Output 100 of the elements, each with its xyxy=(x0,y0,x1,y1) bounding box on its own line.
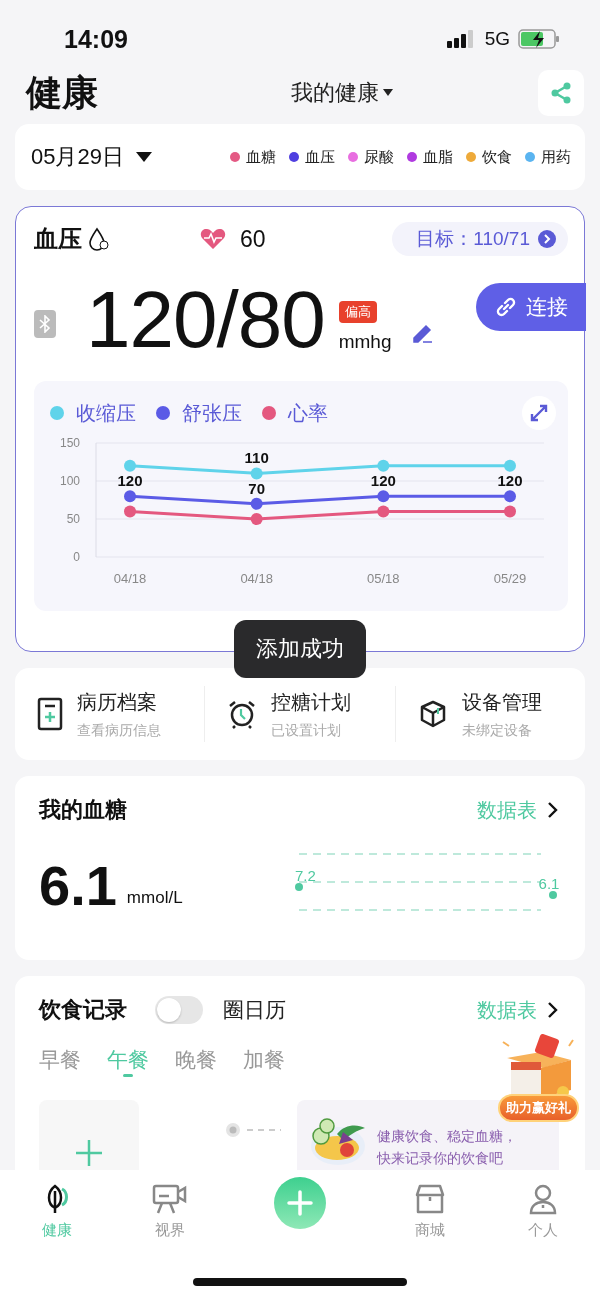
shortcut-item[interactable]: 控糖计划 已设置计划 xyxy=(204,686,395,742)
data-point xyxy=(250,497,263,510)
shortcut-subtitle: 未绑定设备 xyxy=(461,721,532,740)
data-table-link[interactable]: 数据表 xyxy=(477,796,559,824)
data-label: 7.2 xyxy=(295,867,316,884)
legend-label: 血压 xyxy=(305,147,335,167)
unit-label: mmol/L xyxy=(126,888,183,908)
target-button[interactable]: 目标：110/71 xyxy=(392,222,568,256)
data-table-link[interactable]: 数据表 xyxy=(477,996,559,1024)
meal-tab[interactable]: 早餐 xyxy=(39,1040,81,1082)
axis-label: 05/18 xyxy=(367,571,400,586)
shortcut-title: 控糖计划 xyxy=(271,689,352,715)
tab-item[interactable]: 视界 xyxy=(113,1181,227,1241)
card-title: 血压 xyxy=(34,224,82,254)
video-camera-icon xyxy=(152,1182,189,1215)
toast-message: 添加成功 xyxy=(234,620,366,678)
status-time: 14:09 xyxy=(64,24,128,54)
data-label: 120 xyxy=(497,472,523,490)
network-label: 5G xyxy=(484,28,510,50)
axis-label: 0 xyxy=(73,550,80,564)
axis-label: 04/18 xyxy=(113,571,147,586)
data-point xyxy=(377,459,390,472)
link-icon xyxy=(494,295,518,319)
data-label: 6.1 xyxy=(538,875,559,892)
tab-item[interactable]: 商城 xyxy=(373,1181,487,1241)
status-badge: 偏高 xyxy=(338,301,377,323)
legend-label: 血脂 xyxy=(423,147,453,167)
bluetooth-icon xyxy=(34,310,56,338)
plus-icon xyxy=(74,1138,104,1168)
document-plus-icon xyxy=(37,697,63,731)
add-button[interactable] xyxy=(274,1177,326,1229)
person-icon xyxy=(528,1182,559,1215)
data-point xyxy=(504,490,516,503)
share-icon xyxy=(549,81,573,105)
shortcut-title: 设备管理 xyxy=(461,689,542,715)
promo-badge[interactable]: 助力赢好礼 xyxy=(497,1094,579,1122)
meal-tab[interactable]: 晚餐 xyxy=(175,1040,217,1082)
legend-label: 收缩压 xyxy=(76,400,136,426)
toggle-label: 圈日历 xyxy=(223,997,286,1023)
card-title: 我的血糖 xyxy=(39,796,127,824)
share-button[interactable] xyxy=(538,70,584,116)
tab-item[interactable]: 个人 xyxy=(486,1181,600,1241)
add-food-button[interactable] xyxy=(39,1100,139,1170)
meal-tab[interactable]: 加餐 xyxy=(243,1040,285,1082)
axis-label: 05/29 xyxy=(493,571,527,586)
store-icon xyxy=(413,1182,446,1215)
shortcut-title: 病历档案 xyxy=(77,689,157,715)
heart-icon xyxy=(200,228,226,250)
data-point xyxy=(124,505,136,518)
legend-label: 饮食 xyxy=(482,147,512,167)
legend-label: 用药 xyxy=(541,147,571,167)
legend-label: 尿酸 xyxy=(364,147,394,167)
axis-label: 150 xyxy=(59,436,80,450)
data-point xyxy=(250,467,263,480)
data-point xyxy=(504,459,516,472)
calendar-toggle[interactable] xyxy=(155,996,203,1024)
data-point xyxy=(124,459,136,472)
axis-label: 04/18 xyxy=(240,571,273,586)
chevron-right-icon xyxy=(538,230,556,248)
blood-sugar-value: 6.1 xyxy=(39,853,117,918)
data-label: 110 xyxy=(244,449,269,467)
date-picker[interactable]: 05月29日 xyxy=(31,142,152,172)
connector-line xyxy=(225,1122,281,1138)
caret-icon xyxy=(135,152,152,162)
data-point xyxy=(549,891,557,899)
chevron-right-icon xyxy=(547,1001,559,1019)
shortcut-item[interactable]: 设备管理 未绑定设备 xyxy=(394,686,585,742)
plus-icon xyxy=(287,1190,313,1216)
shortcut-subtitle: 查看病历信息 xyxy=(77,721,161,740)
blood-pressure-reading: 120/80 xyxy=(86,274,325,366)
caret-icon xyxy=(383,89,393,97)
tip-text: 快来记录你的饮食吧 xyxy=(377,1150,504,1168)
axis-label: 100 xyxy=(59,474,80,488)
meal-tab[interactable]: 午餐 xyxy=(107,1040,149,1082)
data-point xyxy=(377,490,390,503)
data-point xyxy=(377,505,390,518)
profile-switcher[interactable]: 我的健康 xyxy=(285,77,399,109)
data-point xyxy=(504,505,516,518)
legend-label: 血糖 xyxy=(246,147,276,167)
legend-label: 舒张压 xyxy=(182,400,242,426)
page-title: 健康 xyxy=(26,70,99,115)
connect-button[interactable]: 连接 xyxy=(476,283,586,331)
heart-rate-value: 60 xyxy=(240,225,266,253)
drop-icon xyxy=(88,227,110,251)
expand-button[interactable] xyxy=(522,396,556,430)
data-point xyxy=(124,490,136,503)
data-point xyxy=(295,883,303,891)
battery-icon xyxy=(518,28,560,50)
expand-icon xyxy=(529,403,549,423)
unit-label: mmhg xyxy=(338,331,392,353)
shortcut-subtitle: 已设置计划 xyxy=(271,721,342,740)
data-label: 120 xyxy=(370,472,396,490)
legend-label: 心率 xyxy=(288,400,328,426)
shortcut-item[interactable]: 病历档案 查看病历信息 xyxy=(15,686,205,742)
data-label: 70 xyxy=(248,479,265,497)
tab-item[interactable]: 健康 xyxy=(0,1181,114,1241)
card-title: 饮食记录 xyxy=(39,996,127,1024)
data-label: 120 xyxy=(117,472,143,490)
chevron-right-icon xyxy=(547,801,559,819)
tip-text: 健康饮食、稳定血糖， xyxy=(377,1128,517,1146)
